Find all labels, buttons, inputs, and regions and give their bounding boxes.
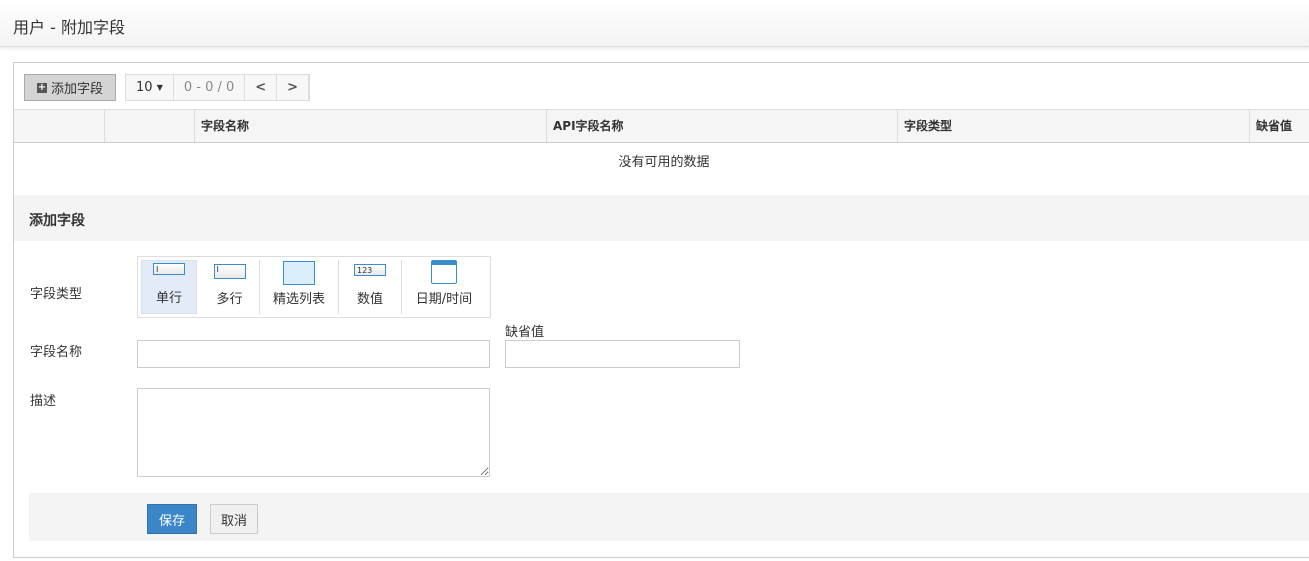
type-picklist[interactable]: 精选列表 [260,260,339,314]
field-type-selector: I 单行 I 多行 精选列表 123 数值 日期/时间 [137,256,491,318]
cancel-button[interactable]: 取消 [210,504,258,534]
multi-line-icon: I [213,264,246,279]
type-multi-line[interactable]: I 多行 [200,260,260,314]
add-field-button[interactable]: + 添加字段 [24,74,116,101]
default-value-label: 缺省值 [505,325,545,340]
column-header-default[interactable]: 缺省值 [1249,110,1292,142]
type-single-line[interactable]: I 单行 [141,260,197,314]
fields-panel: + 添加字段 10 ▼ 0 - 0 / 0 < > 字段名称 API字段名称 字段… [13,62,1309,558]
save-button[interactable]: 保存 [147,504,197,534]
page-range: 0 - 0 / 0 [174,75,246,100]
pagination: 10 ▼ 0 - 0 / 0 < > [125,74,311,101]
prev-page-button[interactable]: < [245,75,278,100]
description-textarea[interactable] [137,388,490,477]
empty-message: 没有可用的数据 [618,155,710,170]
page-header: 用户 - 附加字段 [0,0,1309,47]
type-number[interactable]: 123 数值 [339,260,402,314]
column-header-actions [104,110,195,142]
page-title: 用户 - 附加字段 [13,18,125,37]
column-header-type[interactable]: 字段类型 [897,110,952,142]
column-header-name[interactable]: 字段名称 [194,110,249,142]
calendar-clock-icon [431,260,457,284]
caret-down-icon: ▼ [156,83,163,92]
field-name-label: 字段名称 [30,345,83,360]
table-header: 字段名称 API字段名称 字段类型 缺省值 [14,109,1309,143]
column-header-api-name[interactable]: API字段名称 [546,110,624,142]
field-type-label: 字段类型 [30,287,83,302]
type-datetime[interactable]: 日期/时间 [402,260,486,314]
add-field-section-header: 添加字段 [14,195,1309,241]
default-value-input[interactable] [505,340,740,368]
single-line-icon: I [153,263,185,275]
description-label: 描述 [30,394,57,409]
page-size-select[interactable]: 10 ▼ [126,75,174,100]
number-icon: 123 [354,264,386,276]
field-name-input[interactable] [137,340,490,368]
picklist-icon [283,261,315,285]
next-page-button[interactable]: > [277,75,310,100]
plus-icon: + [36,81,47,93]
